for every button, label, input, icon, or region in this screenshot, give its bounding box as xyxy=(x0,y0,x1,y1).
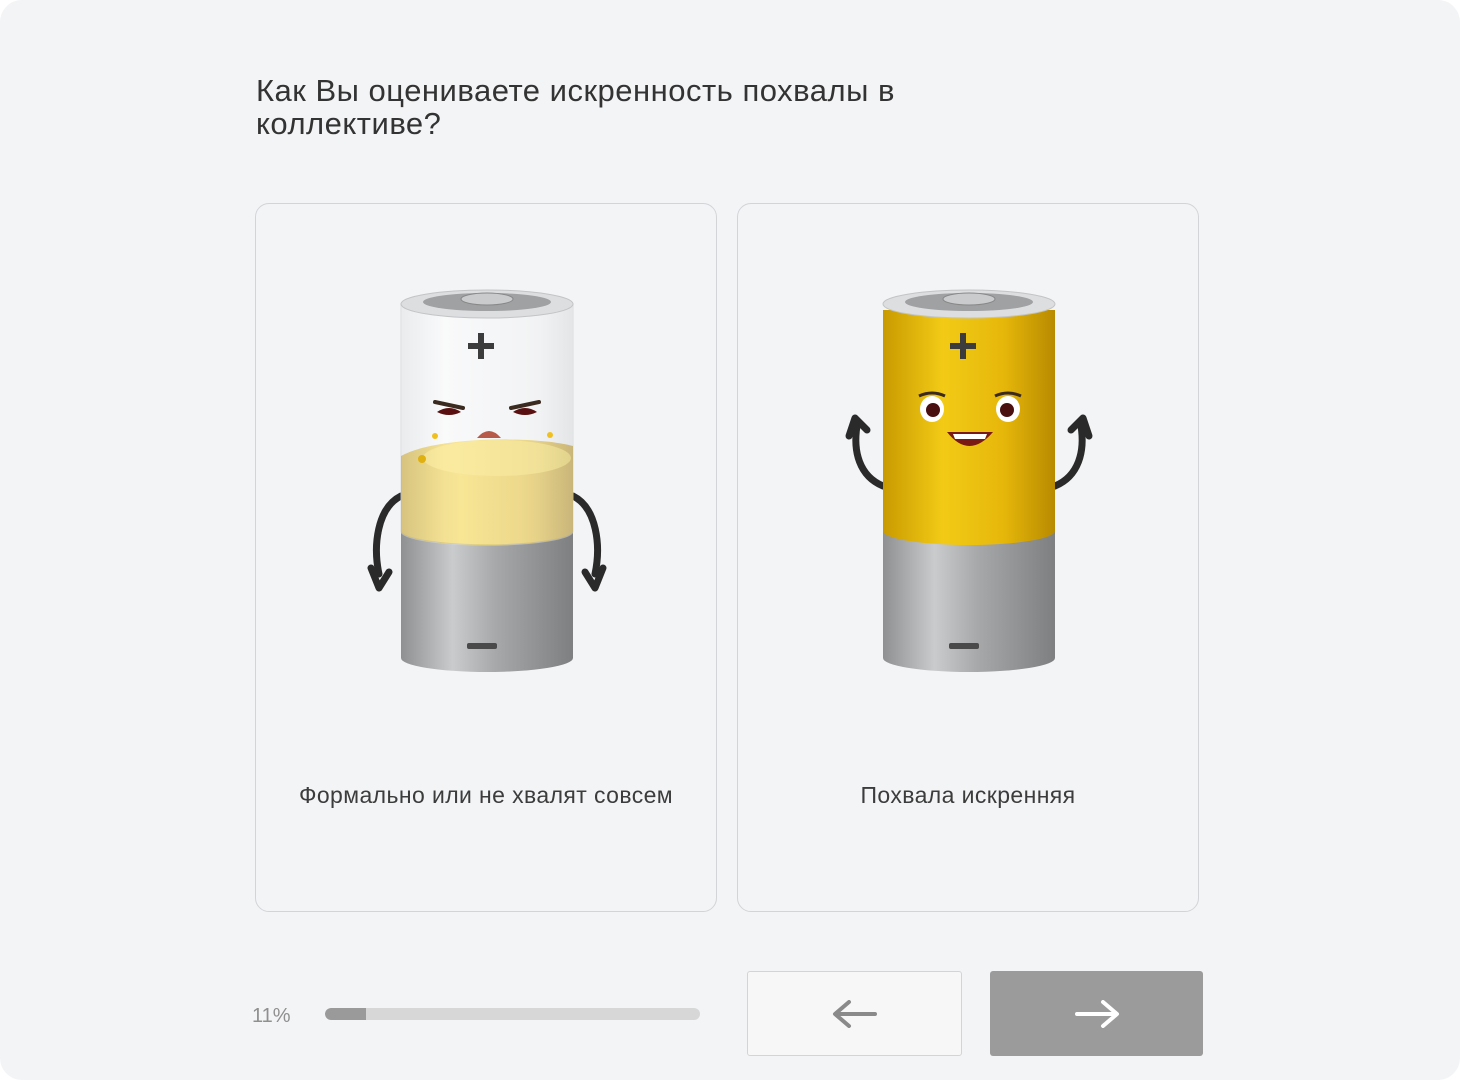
survey-screen: Как Вы оцениваете искренность похвалы в … xyxy=(0,0,1460,1080)
progress-percent: 11% xyxy=(252,1005,291,1027)
arrow-left-icon xyxy=(832,999,877,1028)
question-title: Как Вы оцениваете искренность похвалы в … xyxy=(256,73,895,141)
option-card-sincere[interactable]: Похвала искренняя xyxy=(737,203,1199,912)
option-label: Похвала искренняя xyxy=(860,782,1076,808)
progress-bar xyxy=(325,1008,700,1020)
progress-fill xyxy=(325,1008,367,1020)
arrow-right-icon xyxy=(1074,999,1119,1028)
next-button[interactable] xyxy=(990,971,1203,1056)
happy-full-battery-icon xyxy=(845,289,1093,672)
option-label: Формально или не хвалят совсем xyxy=(298,782,673,808)
back-button[interactable] xyxy=(747,971,962,1056)
sad-half-battery-icon xyxy=(367,289,607,672)
option-card-formal[interactable]: Формально или не хвалят совсем xyxy=(255,203,717,912)
